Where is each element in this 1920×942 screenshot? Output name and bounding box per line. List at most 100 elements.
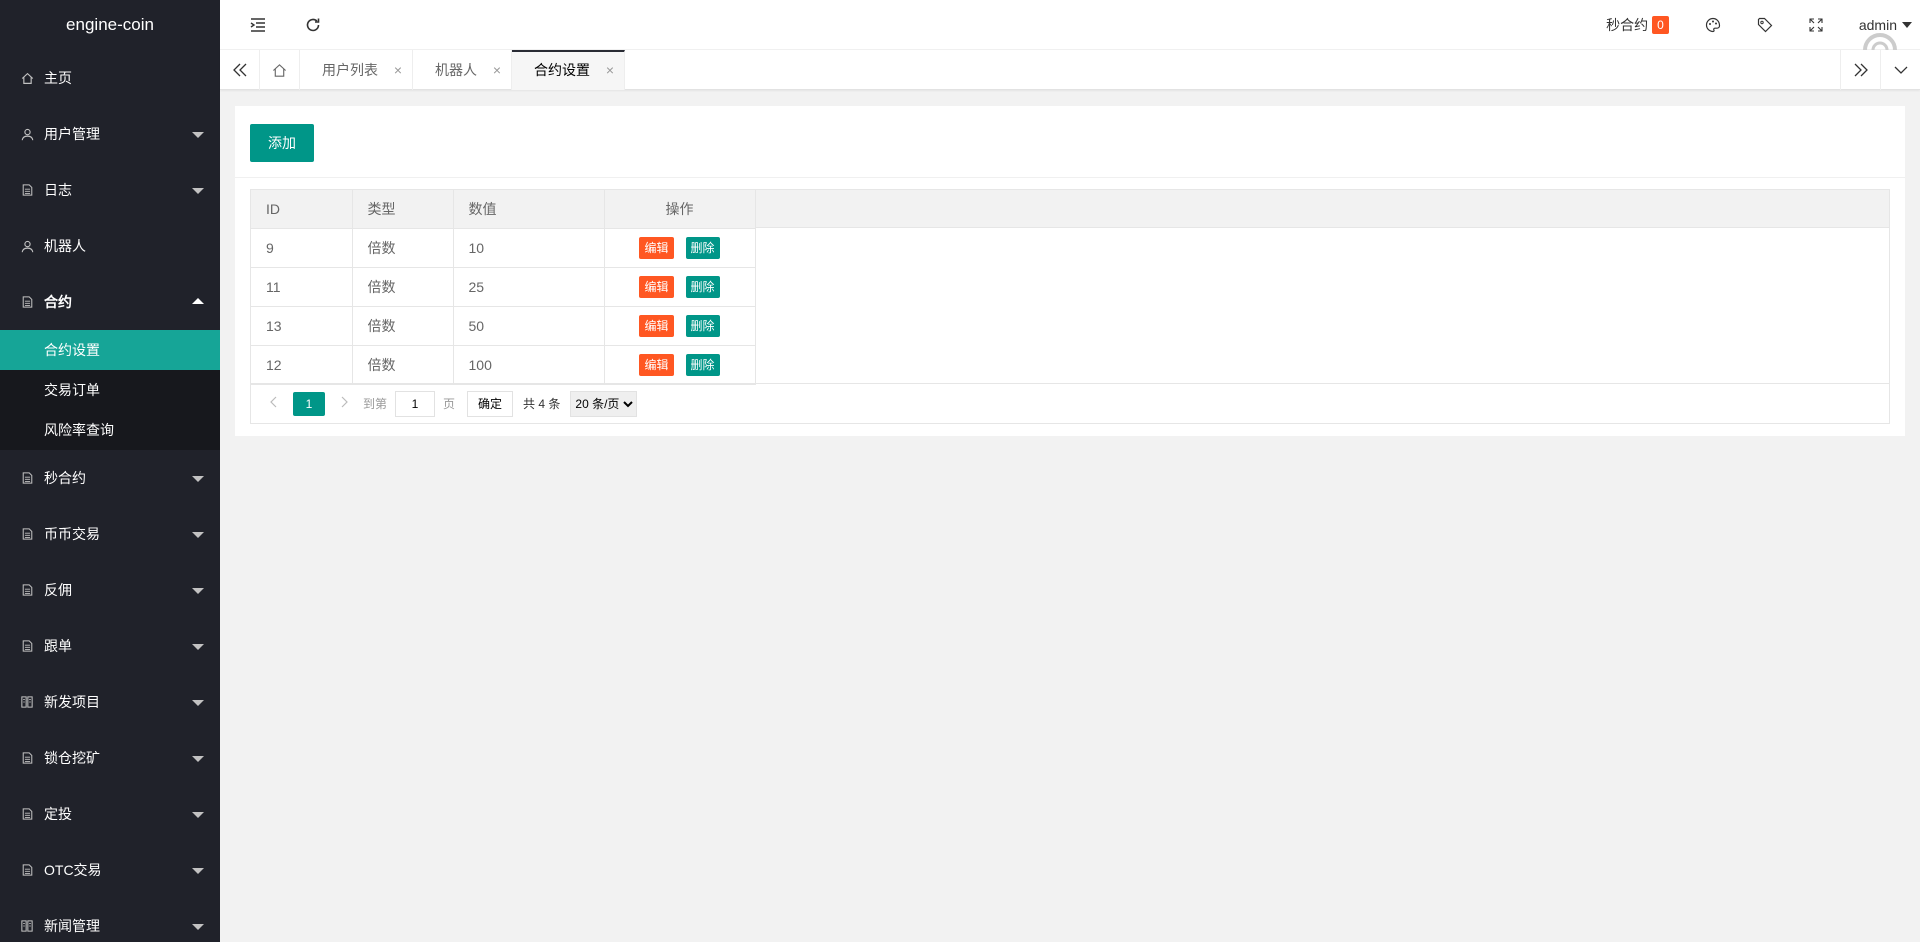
goto-confirm-button[interactable]: 确定 — [467, 390, 514, 417]
delete-button[interactable]: 删除 — [685, 236, 720, 259]
tabs-scroll-left-button[interactable] — [220, 50, 260, 90]
column-header-value[interactable]: 数值 — [453, 190, 605, 229]
tab-0[interactable]: 用户列表 × — [300, 50, 413, 90]
column-header-id[interactable]: ID — [251, 190, 353, 229]
sidebar-item-label: 秒合约 — [44, 470, 86, 486]
current-page[interactable]: 1 — [293, 391, 325, 416]
cell-actions: 编辑 删除 — [604, 228, 756, 268]
caret-down-icon — [192, 812, 204, 818]
delete-button[interactable]: 删除 — [685, 314, 720, 337]
top-header: 秒合约 0 admin — [220, 0, 1920, 67]
doc-icon — [20, 450, 34, 506]
sidebar-item-3[interactable]: 机器人 — [0, 218, 220, 274]
sidebar-item-label: 日志 — [44, 182, 72, 198]
second-contract-notice[interactable]: 秒合约 0 — [1588, 0, 1687, 50]
refresh-button[interactable] — [293, 0, 333, 50]
tag-icon — [1757, 17, 1773, 33]
sidebar-submenu: 合约设置 交易订单 风险率查询 — [0, 330, 220, 450]
prev-page-button[interactable] — [263, 396, 283, 411]
column-header-type[interactable]: 类型 — [352, 190, 454, 229]
tabs-menu-button[interactable] — [1880, 50, 1920, 90]
sidebar-item-6[interactable]: 币币交易 — [0, 506, 220, 562]
sidebar-subitem-1[interactable]: 交易订单 — [0, 370, 220, 410]
close-icon[interactable]: × — [493, 50, 501, 90]
sidebar-item-1[interactable]: 用户管理 — [0, 106, 220, 162]
sidebar-item-4[interactable]: 合约 — [0, 274, 220, 330]
sidebar-item-label: 锁仓挖矿 — [44, 750, 100, 766]
home-icon — [20, 50, 34, 106]
sidebar-item-label: 合约 — [44, 294, 72, 310]
sidebar-item-label: 跟单 — [44, 638, 72, 654]
close-icon[interactable]: × — [394, 50, 402, 90]
sidebar-item-0[interactable]: 主页 — [0, 50, 220, 106]
pagination: 1 到第 页 确定 共 4 条 20 条/页 — [251, 383, 1889, 423]
fullscreen-icon — [1809, 18, 1823, 32]
news-icon — [20, 898, 34, 942]
sidebar-item-label: 反佣 — [44, 582, 72, 598]
refresh-icon — [306, 18, 320, 32]
toolbar: 添加 — [235, 106, 1905, 178]
close-icon[interactable]: × — [606, 52, 614, 88]
cell-type: 倍数 — [352, 267, 454, 307]
cell-actions: 编辑 删除 — [604, 267, 756, 307]
tag-button[interactable] — [1739, 0, 1791, 50]
open-tabs: 用户列表 × 机器人 × 合约设置 × — [300, 50, 625, 90]
sidebar-item-label: OTC交易 — [44, 862, 102, 878]
sidebar-item-2[interactable]: 日志 — [0, 162, 220, 218]
sidebar-item-label: 币币交易 — [44, 526, 100, 542]
user-icon — [20, 218, 34, 274]
palette-icon — [1705, 17, 1720, 33]
sidebar-item-12[interactable]: OTC交易 — [0, 842, 220, 898]
goto-page-input[interactable] — [395, 390, 436, 417]
second-contract-label: 秒合约 — [1606, 17, 1649, 33]
sidebar-subitem-0[interactable]: 合约设置 — [0, 330, 220, 370]
doc-icon — [20, 618, 34, 674]
edit-button[interactable]: 编辑 — [639, 314, 674, 337]
caret-up-icon — [192, 298, 204, 304]
cell-id: 13 — [251, 306, 353, 346]
caret-down-icon — [192, 644, 204, 650]
table-row: 12 倍数 100 编辑 删除 — [251, 345, 756, 385]
page-size-select[interactable]: 20 条/页 — [570, 390, 638, 417]
tab-2[interactable]: 合约设置 × — [512, 50, 625, 90]
cell-value: 10 — [453, 228, 605, 268]
doc-icon — [20, 786, 34, 842]
data-table: ID 类型 数值 操作 9 倍数 10 编辑 删除 11 倍数 25 编辑 删除 13 倍数 50 编辑删… — [251, 190, 756, 385]
delete-button[interactable]: 删除 — [685, 275, 720, 298]
sidebar-item-5[interactable]: 秒合约 — [0, 450, 220, 506]
caret-down-icon — [192, 588, 204, 594]
sidebar-item-7[interactable]: 反佣 — [0, 562, 220, 618]
menu-fold-icon — [250, 18, 265, 32]
tab-1[interactable]: 机器人 × — [413, 50, 512, 90]
edit-button[interactable]: 编辑 — [639, 236, 674, 259]
sidebar-item-10[interactable]: 锁仓挖矿 — [0, 730, 220, 786]
sidebar-item-8[interactable]: 跟单 — [0, 618, 220, 674]
cell-value: 100 — [453, 345, 605, 385]
app-logo: engine-coin — [0, 0, 220, 50]
chevron-right-icon — [341, 396, 348, 408]
caret-down-icon — [192, 868, 204, 874]
toggle-sidebar-button[interactable] — [238, 0, 278, 50]
sidebar-item-9[interactable]: 新发项目 — [0, 674, 220, 730]
next-page-button[interactable] — [335, 396, 355, 411]
sidebar-item-11[interactable]: 定投 — [0, 786, 220, 842]
doc-icon — [20, 730, 34, 786]
theme-button[interactable] — [1687, 0, 1739, 50]
sidebar-subitem-2[interactable]: 风险率查询 — [0, 410, 220, 450]
cell-value: 25 — [453, 267, 605, 307]
tab-label: 用户列表 — [322, 62, 378, 78]
column-header-actions: 操作 — [604, 190, 756, 229]
delete-button[interactable]: 删除 — [685, 353, 720, 376]
sidebar-item-label: 新闻管理 — [44, 918, 100, 934]
cell-type: 倍数 — [352, 345, 454, 385]
tabs-scroll-right-button[interactable] — [1840, 50, 1880, 90]
edit-button[interactable]: 编辑 — [639, 275, 674, 298]
add-button[interactable]: 添加 — [250, 124, 314, 162]
table-row: 13 倍数 50 编辑 删除 — [251, 306, 756, 346]
edit-button[interactable]: 编辑 — [639, 353, 674, 376]
cell-type: 倍数 — [352, 228, 454, 268]
fullscreen-button[interactable] — [1791, 0, 1841, 50]
sidebar-item-13[interactable]: 新闻管理 — [0, 898, 220, 942]
table-row: 11 倍数 25 编辑 删除 — [251, 267, 756, 307]
tab-home[interactable] — [260, 50, 300, 90]
